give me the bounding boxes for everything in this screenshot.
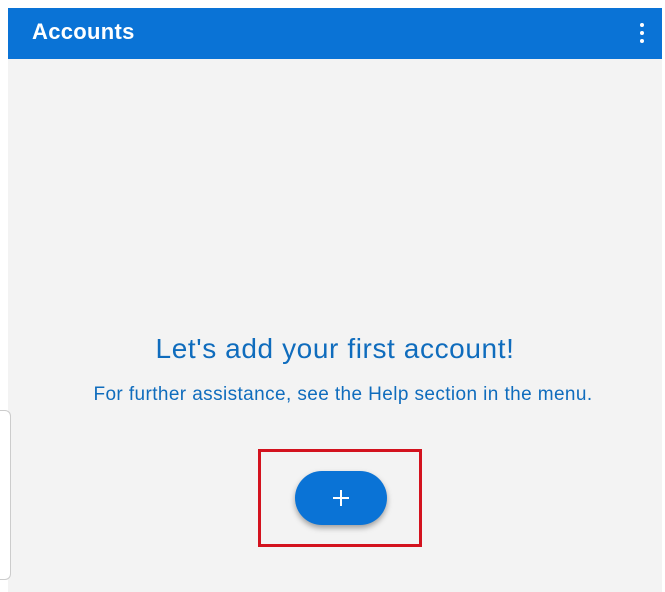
edge-panel-handle	[0, 410, 11, 580]
help-text: For further assistance, see the Help sec…	[93, 384, 593, 405]
app-bar: Accounts	[8, 8, 662, 59]
app-title: Accounts	[32, 19, 135, 44]
overflow-dot	[640, 31, 644, 35]
empty-state-headline: Let's add your first account!	[155, 333, 515, 364]
overflow-dot	[640, 39, 644, 43]
more-vertical-icon[interactable]	[636, 21, 648, 45]
add-account-button[interactable]	[295, 471, 387, 525]
plus-icon	[333, 490, 349, 506]
overflow-dot	[640, 23, 644, 27]
